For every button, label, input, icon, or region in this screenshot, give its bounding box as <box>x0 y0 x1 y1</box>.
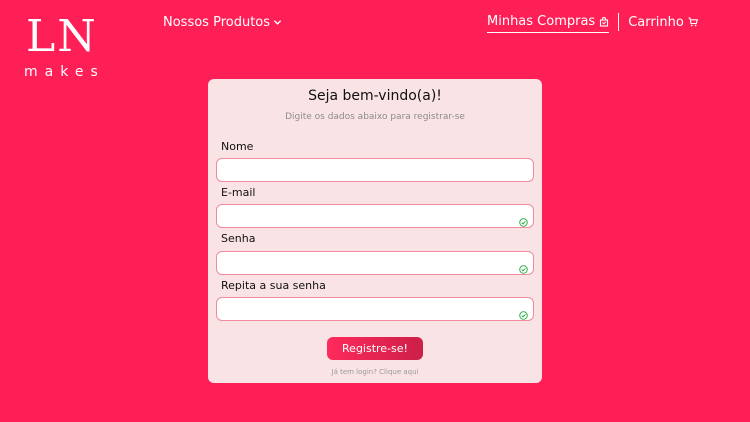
password-label: Senha <box>221 232 256 245</box>
name-input[interactable] <box>217 160 533 183</box>
name-field <box>216 158 534 183</box>
password-input[interactable] <box>217 253 533 276</box>
password-field <box>216 251 534 276</box>
register-card: Seja bem-vindo(a)! Digite os dados abaix… <box>208 79 542 383</box>
nav-my-purchases-link[interactable]: Minhas Compras <box>487 11 610 33</box>
logo[interactable]: LN makes <box>24 10 110 80</box>
check-icon <box>519 305 528 320</box>
page: LN makes Nossos Produtos Minhas Compras … <box>0 0 750 422</box>
name-label: Nome <box>221 140 254 153</box>
repeat-password-input[interactable] <box>217 299 533 322</box>
check-icon <box>519 212 528 227</box>
check-icon <box>519 259 528 274</box>
email-input[interactable] <box>217 206 533 229</box>
register-button[interactable]: Registre-se! <box>327 337 423 360</box>
repeat-password-field <box>216 297 534 322</box>
email-label: E-mail <box>221 186 256 199</box>
nav-products-dropdown[interactable]: Nossos Produtos <box>163 12 282 32</box>
logo-mark: LN <box>26 11 98 62</box>
nav-divider <box>618 13 620 31</box>
chevron-down-icon <box>273 18 282 27</box>
repeat-password-label: Repita a sua senha <box>221 279 326 292</box>
register-title: Seja bem-vindo(a)! <box>308 88 442 104</box>
shopping-bag-icon <box>599 16 609 27</box>
logo-subtitle: makes <box>24 64 105 80</box>
nav-right: Minhas Compras Carrinho <box>487 11 698 33</box>
nav-products-label: Nossos Produtos <box>163 14 271 30</box>
email-field <box>216 204 534 229</box>
nav-my-purchases-label: Minhas Compras <box>487 14 596 29</box>
login-link[interactable]: Já tem login? Clique aqui <box>208 367 542 377</box>
nav-cart-label: Carrinho <box>628 14 684 30</box>
nav-cart-link[interactable]: Carrinho <box>628 11 698 33</box>
cart-icon <box>688 17 698 27</box>
register-subtitle: Digite os dados abaixo para registrar-se <box>285 112 465 122</box>
